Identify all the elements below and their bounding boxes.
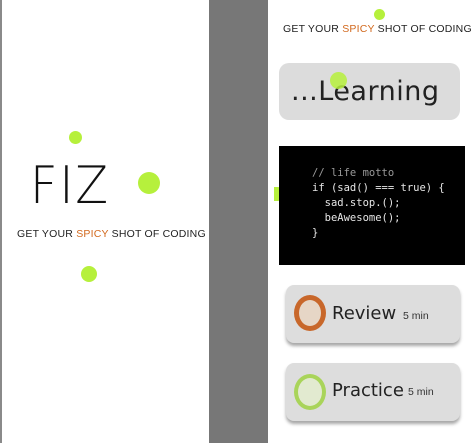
orange-ring-icon [294,295,326,331]
review-card[interactable]: Review 5 min [286,285,460,343]
splash-tagline: GET YOUR SPICY SHOT OF CODING [17,228,206,240]
practice-card[interactable]: Practice 5 min [286,363,460,421]
learning-button-label: ...Learning [291,76,440,107]
decor-dot-4 [374,9,385,20]
code-line-stop: sad.stop.(); [312,197,401,209]
review-duration: 5 min [403,310,429,322]
tagline-spicy: SPICY [76,228,109,240]
green-ring-icon [294,374,326,410]
review-label: Review [332,303,397,324]
screen-divider [209,0,268,443]
decor-dot-1 [69,131,82,144]
tagline-suffix: SHOT OF CODING [108,228,206,240]
splash-screen: FIZ GET YOUR SPICY SHOT OF CODING [0,0,209,443]
practice-duration: 5 min [408,386,434,398]
learning-dot-overlay [330,72,347,89]
app-logo: FIZ [30,156,110,216]
code-line-comment: // life motto [312,167,395,179]
code-snippet: // life motto if (sad() === true) { sad.… [279,146,465,265]
menu-tagline-prefix: GET YOUR [283,23,343,35]
code-line-awesome: beAwesome(); [312,212,401,224]
decor-dot-2 [138,172,160,194]
app-stage: FIZ GET YOUR SPICY SHOT OF CODING GET YO… [0,0,472,443]
code-line-close: } [312,227,319,239]
menu-tagline-suffix: SHOT OF CODING [374,23,472,35]
decor-dot-3 [81,266,97,282]
menu-tagline-spicy: SPICY [342,23,375,35]
tagline-prefix: GET YOUR [17,228,77,240]
menu-tagline: GET YOUR SPICY SHOT OF CODING [283,23,472,35]
code-line-if: if (sad() === true) { [312,182,445,194]
learning-button[interactable]: ...Learning [279,63,460,120]
practice-label: Practice [332,380,404,401]
